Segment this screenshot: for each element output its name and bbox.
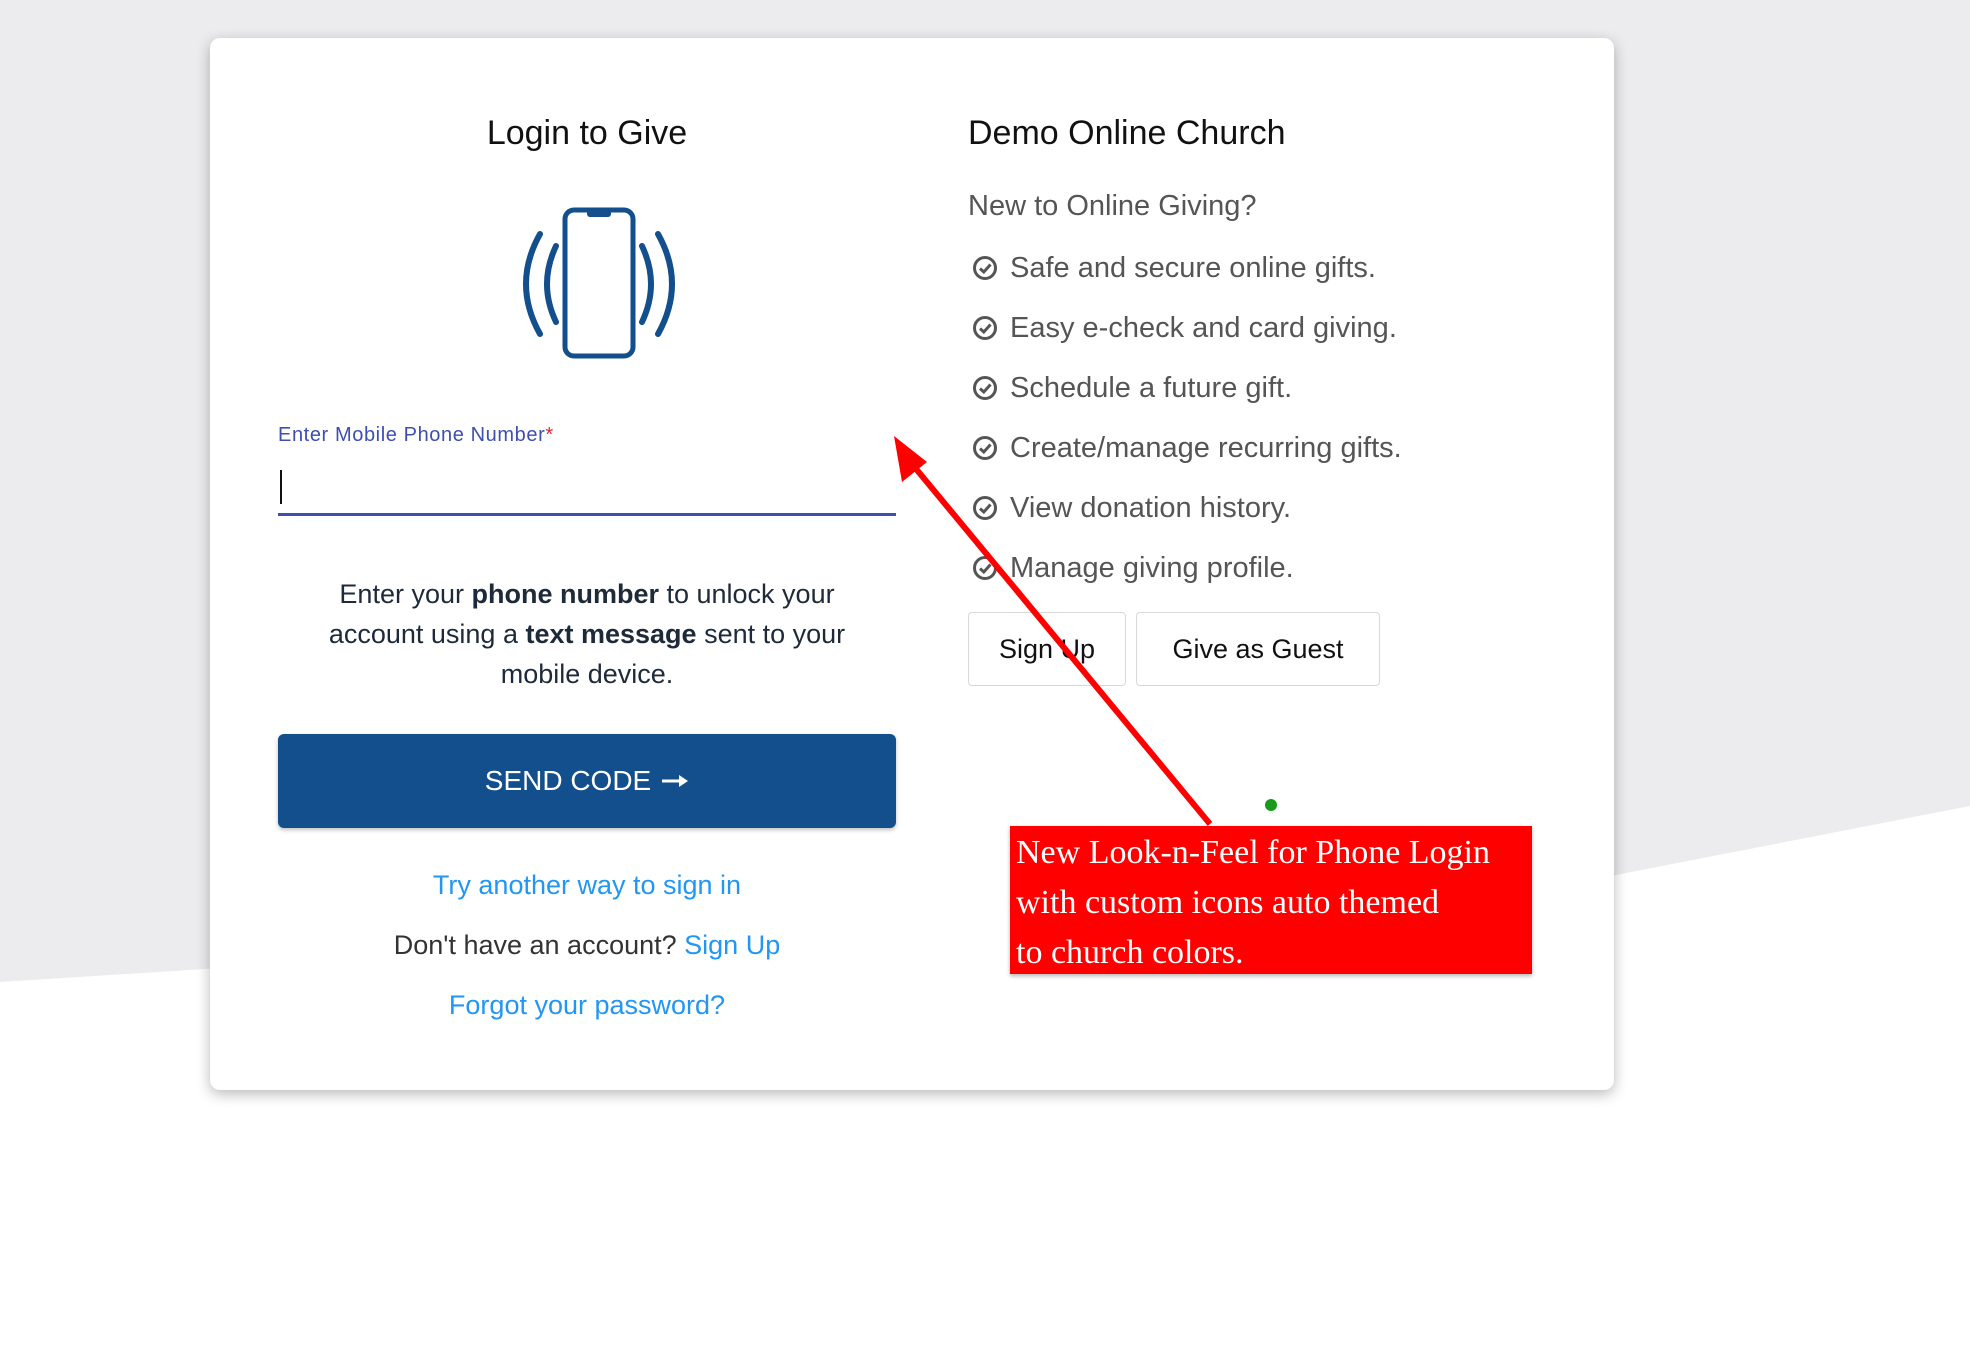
phone-instructions: Enter your phone number to unlock your a… <box>328 579 846 689</box>
new-to-giving-heading: New to Online Giving? <box>968 190 1257 222</box>
annotation-line: New Look-n-Feel for Phone Login <box>1016 834 1491 871</box>
no-account-line: Don't have an account? Sign Up <box>393 930 781 960</box>
annotation-line: with custom icons auto themed <box>1016 884 1440 921</box>
annotation-callout: New Look-n-Feel for Phone Login with cus… <box>1010 826 1532 974</box>
sign-up-button[interactable]: Sign Up <box>968 612 1126 686</box>
send-code-button[interactable]: SEND CODE <box>278 734 896 828</box>
phone-field-label: Enter Mobile Phone Number* <box>278 424 554 446</box>
benefits-list: Safe and secure online gifts. Easy e-che… <box>972 238 1402 598</box>
account-buttons: Sign Up Give as Guest <box>968 612 1380 686</box>
arrow-right-icon <box>662 775 689 787</box>
benefit-item: Schedule a future gift. <box>972 358 1402 418</box>
annotation-line: to church colors. <box>1016 934 1244 971</box>
check-circle-icon <box>973 256 997 280</box>
check-circle-icon <box>973 376 997 400</box>
benefit-item: Manage giving profile. <box>972 538 1402 598</box>
benefit-item: View donation history. <box>972 478 1402 538</box>
required-mark: * <box>545 424 554 446</box>
church-name: Demo Online Church <box>968 114 1286 152</box>
phone-number-input[interactable] <box>278 458 896 516</box>
text-cursor <box>280 470 282 504</box>
phone-vibrating-icon <box>523 207 675 359</box>
give-as-guest-button[interactable]: Give as Guest <box>1136 612 1380 686</box>
login-title: Login to Give <box>486 114 688 152</box>
check-circle-icon <box>973 436 997 460</box>
benefit-item: Safe and secure online gifts. <box>972 238 1402 298</box>
forgot-password-link[interactable]: Forgot your password? <box>278 990 896 1021</box>
sign-up-link[interactable]: Sign Up <box>684 930 780 960</box>
check-circle-icon <box>973 496 997 520</box>
benefit-item: Create/manage recurring gifts. <box>972 418 1402 478</box>
send-code-label: SEND CODE <box>484 765 652 796</box>
check-circle-icon <box>973 556 997 580</box>
check-circle-icon <box>973 316 997 340</box>
benefit-item: Easy e-check and card giving. <box>972 298 1402 358</box>
try-another-way-link[interactable]: Try another way to sign in <box>278 870 896 901</box>
